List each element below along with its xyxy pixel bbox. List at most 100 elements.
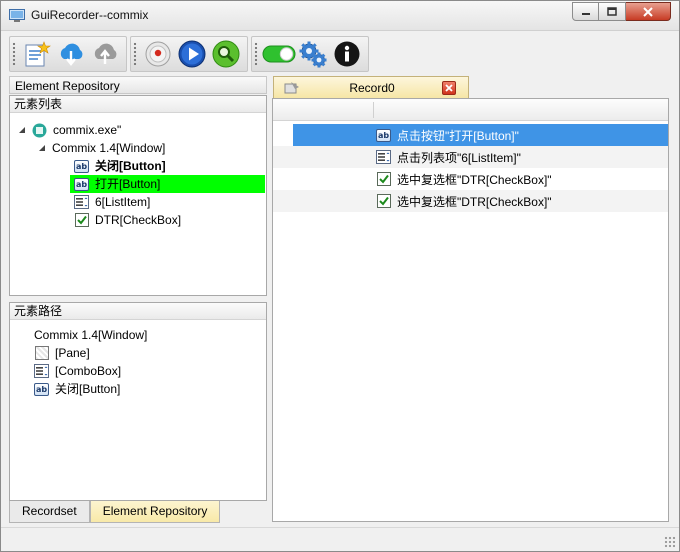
button-ab-icon: ab [74,159,89,173]
tab-recordset[interactable]: Recordset [9,501,90,523]
pane-icon [34,346,49,361]
toolbar-group-options [251,36,369,72]
checkbox-icon [74,213,89,228]
element-list-panel: 元素列表 commix.exe" Commix 1.4[Window] ab 关… [9,95,267,296]
record-step-row[interactable]: 选中复选框"DTR[CheckBox]" [273,190,668,212]
tree-item-open-button[interactable]: ab 打开[Button] [70,175,265,193]
new-project-button[interactable] [20,38,54,70]
path-item-window[interactable]: Commix 1.4[Window] [34,326,147,344]
record-step-row[interactable]: 点击列表项"6[ListItem]" [273,146,668,168]
gears-icon [299,41,327,68]
expand-triangle-icon[interactable] [18,126,26,134]
button-ab-icon: ab [34,382,49,396]
tree-item-listitem[interactable]: 6[ListItem] [74,193,150,211]
record-step-text: 选中复选框"DTR[CheckBox]" [397,194,552,209]
toggle-button[interactable] [262,38,296,70]
record-step-content: 点击列表项"6[ListItem]" [376,146,521,168]
status-bar [1,527,679,551]
record-step-text: 选中复选框"DTR[CheckBox]" [397,172,552,187]
list-item-icon [376,150,391,165]
info-button[interactable] [330,38,364,70]
resize-grip[interactable] [664,536,676,548]
tree-item-window[interactable]: Commix 1.4[Window] [38,139,165,157]
element-repository-header: Element Repository [9,76,267,94]
path-item-label: [ComboBox] [55,364,122,378]
settings-button[interactable] [296,38,330,70]
record-step-content: ab 点击按钮"打开[Button]" [376,124,519,146]
tree-item-close-button[interactable]: ab 关闭[Button] [74,157,264,175]
path-item-pane[interactable]: [Pane] [34,344,90,362]
record-step-row[interactable]: ab 点击按钮"打开[Button]" [273,124,668,146]
tree-item-root[interactable]: commix.exe" [18,121,121,139]
toolbar-grip[interactable] [133,42,137,66]
left-pane: Element Repository 元素列表 commix.exe" Comm… [9,76,267,523]
spy-button[interactable] [209,38,243,70]
minimize-button[interactable] [572,2,599,21]
combobox-icon [34,364,49,379]
element-path-panel: 元素路径 Commix 1.4[Window] [Pane] [ComboBox… [9,302,267,501]
record-step-text: 点击列表项"6[ListItem]" [397,150,521,165]
maximize-icon [607,7,617,16]
download-button[interactable] [54,38,88,70]
expand-triangle-icon[interactable] [38,144,46,152]
tab-element-repository[interactable]: Element Repository [89,501,221,523]
toolbar-grip[interactable] [254,42,258,66]
info-icon [334,41,360,67]
record-steps-header [273,99,668,121]
record-step-text: 点击按钮"打开[Button]" [397,128,519,143]
record-icon [145,41,171,67]
record-steps-panel: ab 点击按钮"打开[Button]" 点击列表项"6[ListItem]" 选… [272,98,669,522]
left-bottom-tabs: Recordset Element Repository [9,501,221,523]
title-bar: GuiRecorder--commix [1,1,679,31]
toolbar-group-record [130,36,248,72]
magnifier-icon [212,40,240,68]
close-icon [445,84,453,92]
toolbar-group-file [9,36,127,72]
list-item-icon [74,195,89,210]
record-button[interactable] [141,38,175,70]
element-path-title: 元素路径 [10,303,266,320]
window-title: GuiRecorder--commix [31,8,149,22]
window-controls [572,2,671,21]
app-window: GuiRecorder--commix Element Repository 元… [0,0,680,552]
record-step-content: 选中复选框"DTR[CheckBox]" [376,168,552,190]
close-button[interactable] [626,2,671,21]
app-icon [9,9,25,22]
tab-record0[interactable]: Record0 [273,76,469,98]
app-exe-icon [32,123,47,138]
upload-button[interactable] [88,38,122,70]
play-icon [178,40,206,68]
column-divider[interactable] [373,102,374,118]
toolbar-grip[interactable] [12,42,16,66]
checkbox-icon [376,194,391,209]
tree-item-checkbox[interactable]: DTR[CheckBox] [74,211,181,229]
button-ab-icon: ab [376,128,391,142]
tree-item-label: 6[ListItem] [95,195,151,209]
toolbar [9,35,372,73]
play-button[interactable] [175,38,209,70]
maximize-button[interactable] [599,2,626,21]
cloud-download-icon [60,43,83,66]
new-document-icon [25,41,51,67]
tab-label: Record0 [349,81,395,95]
close-icon [643,6,653,17]
cloud-upload-icon [94,43,117,64]
tree-item-label: 关闭[Button] [95,159,166,173]
path-item-label: [Pane] [55,346,90,360]
tree-item-label: commix.exe" [53,123,122,137]
toggle-on-icon [262,45,296,63]
button-ab-icon: ab [74,177,89,191]
path-item-label: Commix 1.4[Window] [34,328,148,342]
tab-close-button[interactable] [442,81,456,95]
checkbox-icon [376,172,391,187]
path-item-button[interactable]: ab 关闭[Button] [34,380,120,398]
tree-item-label: DTR[CheckBox] [95,213,182,227]
minimize-icon [581,12,590,15]
tree-item-label: Commix 1.4[Window] [52,141,166,155]
path-item-combobox[interactable]: [ComboBox] [34,362,121,380]
path-item-label: 关闭[Button] [55,382,121,396]
record-step-content: 选中复选框"DTR[CheckBox]" [376,190,552,212]
tree-item-label: 打开[Button] [95,177,161,191]
record-step-row[interactable]: 选中复选框"DTR[CheckBox]" [273,168,668,190]
element-list-title: 元素列表 [10,96,266,113]
